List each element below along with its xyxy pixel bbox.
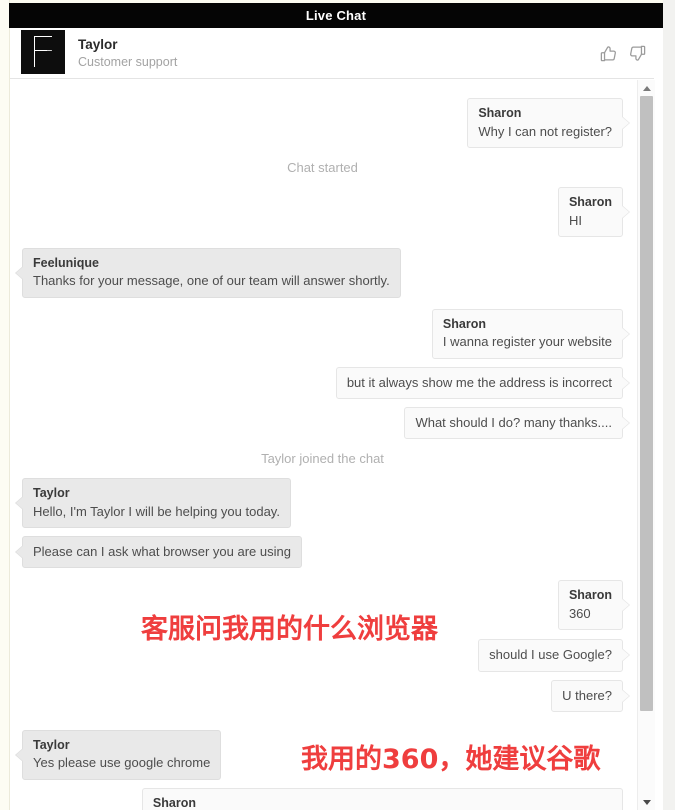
message-row: U there?	[10, 679, 637, 712]
agent-identity: Taylor Customer support	[78, 37, 599, 70]
visitor-message-bubble: Sharon 360	[557, 580, 631, 631]
live-chat-widget: Taylor Customer support Sharon Why I can …	[10, 28, 663, 810]
message-row: but it always show me the address is inc…	[10, 366, 637, 399]
message-author: Sharon	[152, 795, 196, 810]
annotation-browser-question: 客服问我用的什么浏览器	[141, 614, 438, 645]
message-author: Sharon	[568, 588, 612, 603]
message-transcript[interactable]: Sharon Why I can not register? Chat starte…	[10, 79, 663, 810]
system-note: Taylor joined the chat	[261, 451, 384, 467]
chat-header: Taylor Customer support	[10, 28, 663, 79]
message-author: Taylor	[33, 486, 70, 501]
widget-right-edge	[654, 28, 663, 810]
message-row: What should I do? many thanks....	[10, 406, 637, 440]
message-text: Why I can not register?	[478, 123, 612, 139]
message-author: Feelunique	[33, 255, 99, 270]
message-row: Taylor Hello, I'm Taylor I will be helpin…	[10, 478, 637, 529]
message-row: Sharon I wanna register your website	[10, 308, 637, 359]
transcript-scrollbar[interactable]	[637, 80, 655, 810]
brand-f-logo-icon	[34, 36, 52, 67]
page-left-rail	[0, 0, 10, 810]
system-note: Chat started	[287, 159, 358, 175]
visitor-message-bubble: should I use Google?	[478, 639, 630, 672]
scrollbar-down-arrow[interactable]	[638, 794, 655, 810]
message-row: SharonIt always show me:Your billing add…	[10, 787, 637, 810]
window-title: Live Chat	[305, 8, 367, 23]
system-note-row: Taylor joined the chat	[10, 447, 637, 470]
message-text: What should I do? many thanks....	[415, 414, 612, 430]
avatar	[21, 30, 65, 74]
visitor-message-bubble: Sharon HI	[557, 186, 631, 237]
system-note-row: Chat started	[10, 156, 637, 179]
message-row: Sharon HI	[10, 186, 637, 237]
header-actions	[599, 44, 651, 63]
visitor-message-bubble: Sharon I wanna register your website	[431, 308, 631, 359]
triangle-up-icon	[642, 85, 651, 91]
scrollbar-up-arrow[interactable]	[638, 80, 655, 96]
message-author: Sharon	[568, 194, 612, 209]
visitor-message-bubble: What should I do? many thanks....	[404, 406, 630, 440]
visitor-message-bubble: but it always show me the address is inc…	[335, 366, 631, 399]
message-author: Sharon	[478, 106, 522, 120]
agent-role: Customer support	[78, 55, 178, 70]
visitor-message-bubble: SharonIt always show me:Your billing add…	[141, 787, 623, 810]
agent-message-bubble: Taylor Hello, I'm Taylor I will be helpin…	[15, 478, 291, 529]
message-text: I wanna register your website	[442, 334, 612, 350]
agent-message-bubble: Feelunique Thanks for your message, one o…	[15, 247, 401, 298]
message-row: Sharon Why I can not register?	[10, 98, 637, 148]
agent-message-bubble: Taylor Yes please use google chrome	[14, 729, 222, 780]
page-right-rail	[663, 0, 675, 810]
message-list: Sharon Why I can not register? Chat starte…	[10, 79, 637, 810]
thumbs-down-icon[interactable]	[628, 44, 647, 63]
triangle-down-icon	[642, 799, 651, 805]
message-text: U there?	[562, 687, 612, 703]
message-text: should I use Google?	[489, 647, 612, 663]
window-title-bar: Live Chat	[9, 3, 663, 28]
message-row: Please can I ask what browser you are us…	[10, 536, 637, 569]
visitor-message-bubble: U there?	[551, 679, 630, 712]
message-author: Sharon	[442, 316, 486, 331]
visitor-message-bubble: Sharon Why I can not register?	[467, 98, 630, 148]
scrollbar-thumb[interactable]	[640, 96, 653, 711]
message-text: Yes please use google chrome	[33, 755, 211, 771]
message-author: Taylor	[33, 737, 70, 752]
message-text: Thanks for your message, one of our team…	[33, 273, 390, 289]
agent-name: Taylor	[78, 36, 118, 52]
annotation-360-chrome: 我用的360，她建议谷歌	[301, 744, 601, 775]
message-text: Please can I ask what browser you are us…	[33, 544, 291, 560]
message-text: but it always show me the address is inc…	[346, 374, 612, 390]
message-text: 360	[568, 606, 591, 621]
thumbs-up-icon[interactable]	[599, 44, 618, 63]
agent-message-bubble: Please can I ask what browser you are us…	[15, 536, 302, 569]
message-row: Feelunique Thanks for your message, one o…	[10, 247, 637, 298]
message-text: HI	[568, 212, 582, 228]
message-text: Hello, I'm Taylor I will be helping you …	[33, 503, 280, 519]
